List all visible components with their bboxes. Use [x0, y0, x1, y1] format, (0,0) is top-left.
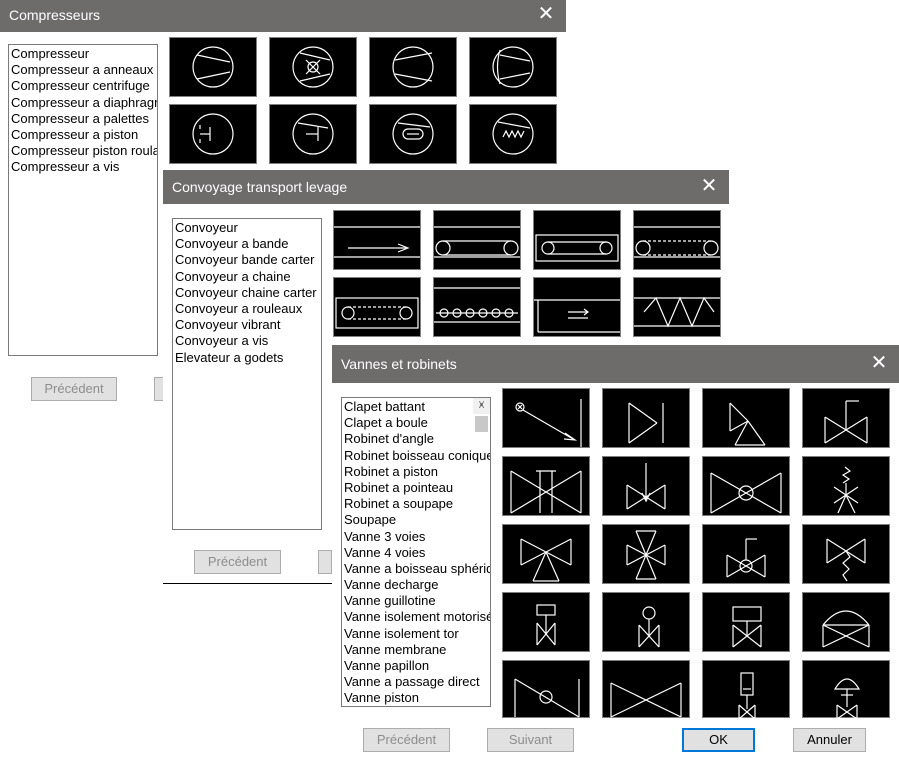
- list-item[interactable]: Convoyeur vibrant: [175, 317, 321, 333]
- symbol-list[interactable]: Clapet battant Clapet a boule Robinet d'…: [341, 397, 491, 707]
- list-item[interactable]: Compresseur a palettes: [11, 111, 157, 127]
- list-scrollbar[interactable]: ˄ ˅: [473, 398, 490, 433]
- previous-button[interactable]: Précédent: [31, 377, 117, 401]
- symbol-preview-vanne-3-voies[interactable]: [502, 524, 590, 584]
- close-icon[interactable]: ✕: [699, 170, 719, 200]
- symbol-preview-convoyeur-rouleaux[interactable]: [433, 277, 521, 337]
- symbol-preview-compresseur-palettes[interactable]: [169, 104, 257, 164]
- symbol-preview-robinet-pointeau[interactable]: [602, 456, 690, 516]
- list-item[interactable]: Convoyeur a bande: [175, 236, 321, 252]
- list-item[interactable]: Clapet a boule: [344, 415, 473, 431]
- dialog-title-bar: Convoyage transport levage ✕: [163, 170, 729, 204]
- symbol-preview-convoyeur-vis[interactable]: [633, 277, 721, 337]
- symbol-preview-convoyeur-chaine-carter[interactable]: [333, 277, 421, 337]
- previous-button[interactable]: Précédent: [363, 728, 450, 752]
- list-item[interactable]: Compresseur a piston: [11, 127, 157, 143]
- close-icon[interactable]: ✕: [536, 0, 556, 30]
- list-item[interactable]: Compresseur piston roulant: [11, 143, 157, 159]
- list-item[interactable]: Vanne piston: [344, 690, 473, 706]
- ok-button[interactable]: OK: [682, 728, 755, 752]
- symbol-preview-convoyeur-vibrant[interactable]: [533, 277, 621, 337]
- symbol-preview-soupape[interactable]: [802, 456, 890, 516]
- list-item[interactable]: Vanne 4 voies: [344, 545, 473, 561]
- list-item[interactable]: Robinet boisseau conique: [344, 448, 490, 464]
- list-item[interactable]: Vanne papillon: [344, 658, 473, 674]
- dialog-title: Convoyage transport levage: [172, 179, 348, 195]
- symbol-preview-convoyeur-bande-carter[interactable]: [533, 210, 621, 270]
- list-item[interactable]: Compresseur a diaphragme: [11, 95, 157, 111]
- list-item[interactable]: Convoyeur bande carter: [175, 252, 321, 268]
- dialog-title: Vannes et robinets: [341, 356, 457, 372]
- list-item[interactable]: Vanne guillotine: [344, 593, 473, 609]
- symbol-preview-vanne-isolement-tor[interactable]: [702, 592, 790, 652]
- symbol-preview-vanne-pneumatique[interactable]: [802, 660, 890, 719]
- dialog-title-bar: Vannes et robinets ✕: [332, 345, 899, 383]
- symbol-preview-vanne-papillon[interactable]: [502, 660, 590, 718]
- list-item[interactable]: Convoyeur: [175, 220, 321, 236]
- list-item[interactable]: Vanne isolement tor: [344, 626, 473, 642]
- list-item[interactable]: Convoyeur a vis: [175, 333, 321, 349]
- symbol-preview-clapet-battant[interactable]: [502, 388, 590, 448]
- symbol-preview-convoyeur-chaine[interactable]: [633, 210, 721, 270]
- list-item[interactable]: Convoyeur a chaine: [175, 269, 321, 285]
- list-item[interactable]: Compresseur centrifuge: [11, 78, 157, 94]
- list-item[interactable]: Robinet a soupape: [344, 496, 473, 512]
- symbol-preview-compresseur-diaphragme[interactable]: [469, 37, 557, 97]
- list-item[interactable]: Vanne a passage direct: [344, 674, 480, 690]
- list-item[interactable]: Vanne 3 voies: [344, 529, 473, 545]
- symbol-preview-convoyeur[interactable]: [333, 210, 421, 270]
- symbol-preview-convoyeur-bande[interactable]: [433, 210, 521, 270]
- symbol-list[interactable]: Convoyeur Convoyeur a bande Convoyeur ba…: [172, 218, 322, 530]
- symbol-preview-compresseur-piston-roulant[interactable]: [369, 104, 457, 164]
- symbol-preview-compresseur-centrifuge[interactable]: [369, 37, 457, 97]
- list-item[interactable]: Compresseur a anneaux: [11, 62, 157, 78]
- symbol-preview-vanne-isolement-motorisee[interactable]: [602, 592, 690, 652]
- list-item[interactable]: Convoyeur chaine carter: [175, 285, 321, 301]
- cancel-button[interactable]: Annuler: [793, 728, 866, 752]
- symbol-preview-vanne-piston[interactable]: [702, 660, 790, 719]
- list-item[interactable]: Convoyeur a rouleaux: [175, 301, 321, 317]
- list-item[interactable]: Vanne membrane: [344, 642, 473, 658]
- list-item[interactable]: Vanne a boisseau sphérique: [344, 561, 490, 577]
- scroll-down-icon[interactable]: ˅: [473, 398, 490, 414]
- symbol-preview-vanne-boisseau-spherique[interactable]: [702, 524, 790, 584]
- symbol-preview-vanne-passage-direct[interactable]: [602, 660, 690, 718]
- symbol-preview-clapet-boule[interactable]: [602, 388, 690, 448]
- symbol-preview-robinet-soupape[interactable]: [702, 456, 790, 516]
- symbol-preview-compresseur-anneaux[interactable]: [269, 37, 357, 97]
- dialog-title: Compresseurs: [9, 7, 101, 23]
- symbol-preview-vanne-membrane[interactable]: [802, 592, 890, 652]
- symbol-preview-compresseur-piston[interactable]: [269, 104, 357, 164]
- list-item[interactable]: Elevateur a godets: [175, 350, 321, 366]
- symbol-list[interactable]: Compresseur Compresseur a anneaux Compre…: [8, 44, 158, 356]
- list-item[interactable]: Vanne decharge: [344, 577, 473, 593]
- list-item[interactable]: Compresseur a vis: [11, 159, 157, 175]
- close-icon[interactable]: ✕: [869, 345, 889, 375]
- symbol-preview-vanne-4-voies[interactable]: [602, 524, 690, 584]
- dialog-vannes-robinets: Vannes et robinets ✕ Clapet battant Clap…: [332, 345, 899, 762]
- list-item[interactable]: Robinet a pointeau: [344, 480, 473, 496]
- dialog-title-bar: Compresseurs ✕: [0, 0, 566, 32]
- symbol-preview-robinet-piston[interactable]: [502, 456, 590, 516]
- list-item[interactable]: Robinet d'angle: [344, 431, 473, 447]
- previous-button[interactable]: Précédent: [194, 550, 281, 574]
- dialog-bottom-border: [163, 583, 333, 584]
- scrollbar-thumb[interactable]: [475, 416, 488, 433]
- list-item[interactable]: Compresseur: [11, 46, 157, 62]
- symbol-preview-robinet-boisseau-conique[interactable]: [802, 388, 890, 448]
- next-button-partial[interactable]: [318, 550, 332, 574]
- symbol-preview-compresseur-vis[interactable]: [469, 104, 557, 164]
- list-item[interactable]: Robinet a piston: [344, 464, 473, 480]
- list-item[interactable]: Soupape: [344, 512, 473, 528]
- symbol-preview-robinet-angle[interactable]: [702, 388, 790, 448]
- list-item[interactable]: Clapet battant: [344, 399, 473, 415]
- symbol-preview-vanne-decharge[interactable]: [802, 524, 890, 584]
- symbol-preview-vanne-guillotine[interactable]: [502, 592, 590, 652]
- symbol-preview-compresseur[interactable]: [169, 37, 257, 97]
- next-button[interactable]: Suivant: [487, 728, 574, 752]
- list-item[interactable]: Vanne isolement motorisée: [344, 609, 490, 625]
